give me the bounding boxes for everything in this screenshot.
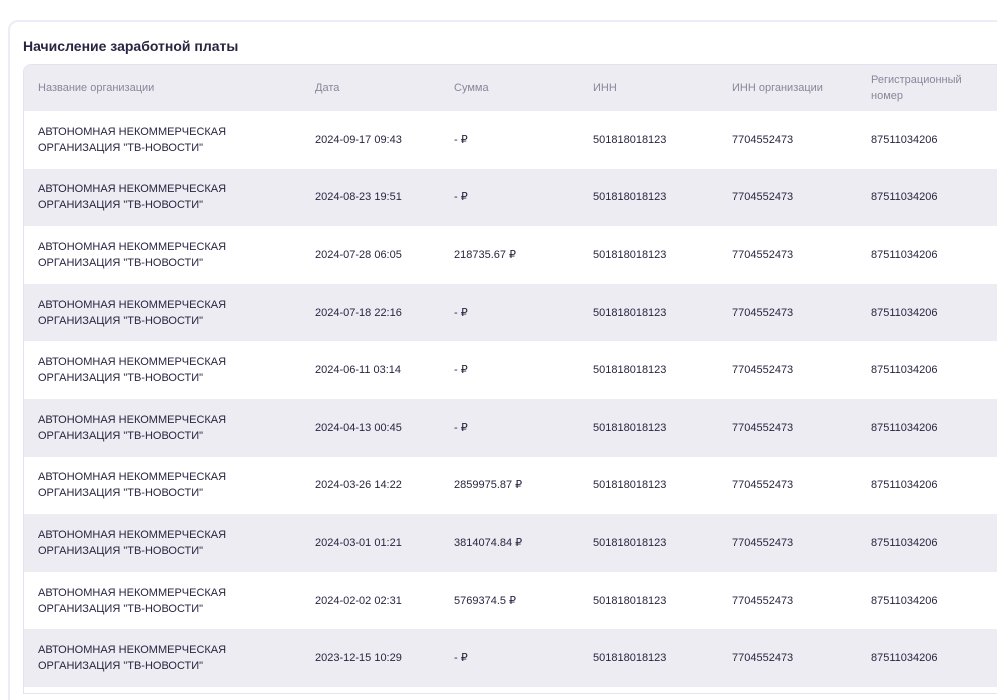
org-inn-cell: 7704552473 — [732, 133, 794, 146]
reg-number-cell: 87511034206 — [871, 652, 938, 665]
table-row[interactable]: АВТОНОМНАЯ НЕКОММЕРЧЕСКАЯ ОРГАНИЗАЦИЯ "Т… — [24, 341, 997, 399]
amount-cell: - ₽ — [454, 191, 468, 204]
inn-cell: 501818018123 — [593, 133, 667, 146]
org-inn-cell: 7704552473 — [732, 536, 794, 549]
column-header-reg-number[interactable]: Регистрационный номер — [857, 65, 997, 111]
reg-number-cell: 87511034206 — [871, 536, 938, 549]
org-inn-cell: 7704552473 — [732, 191, 794, 204]
table-row[interactable]: АВТОНОМНАЯ НЕКОММЕРЧЕСКАЯ ОРГАНИЗАЦИЯ "Т… — [24, 111, 997, 169]
date-cell: 2024-04-13 00:45 — [315, 421, 402, 434]
reg-number-cell: 87511034206 — [871, 594, 938, 607]
org-name-cell: АВТОНОМНАЯ НЕКОММЕРЧЕСКАЯ ОРГАНИЗАЦИЯ "Т… — [38, 356, 227, 385]
amount-cell: 218735.67 ₽ — [454, 248, 517, 261]
amount-cell: - ₽ — [454, 364, 468, 377]
reg-number-cell: 87511034206 — [871, 364, 938, 377]
table-row[interactable]: АВТОНОМНАЯ НЕКОММЕРЧЕСКАЯ ОРГАНИЗАЦИЯ "Т… — [24, 168, 997, 227]
amount-cell: 3814074.84 ₽ — [454, 536, 523, 549]
org-name-cell: АВТОНОМНАЯ НЕКОММЕРЧЕСКАЯ ОРГАНИЗАЦИЯ "Т… — [38, 125, 227, 154]
table-row[interactable]: АВТОНОМНАЯ НЕКОММЕРЧЕСКАЯ ОРГАНИЗАЦИЯ "Т… — [24, 283, 997, 342]
reg-number-cell: 87511034206 — [871, 479, 938, 492]
reg-number-cell: 87511034206 — [871, 306, 938, 319]
org-name-cell: АВТОНОМНАЯ НЕКОММЕРЧЕСКАЯ ОРГАНИЗАЦИЯ "Т… — [38, 528, 227, 557]
table-row[interactable]: АВТОНОМНАЯ НЕКОММЕРЧЕСКАЯ ОРГАНИЗАЦИЯ "Т… — [24, 226, 997, 284]
org-name-cell: АВТОНОМНАЯ НЕКОММЕРЧЕСКАЯ ОРГАНИЗАЦИЯ "Т… — [38, 471, 227, 500]
date-cell: 2024-07-18 22:16 — [315, 306, 402, 319]
date-cell: 2024-07-28 06:05 — [315, 248, 402, 261]
inn-cell: 501818018123 — [593, 364, 667, 377]
table-header-row: Название организации Дата Сумма ИНН ИНН … — [24, 65, 997, 111]
salary-table: Название организации Дата Сумма ИНН ИНН … — [24, 65, 997, 687]
amount-cell: 2859975.87 ₽ — [454, 479, 523, 492]
column-header-org-inn[interactable]: ИНН организации — [718, 65, 857, 111]
inn-cell: 501818018123 — [593, 652, 667, 665]
table-row[interactable]: АВТОНОМНАЯ НЕКОММЕРЧЕСКАЯ ОРГАНИЗАЦИЯ "Т… — [24, 398, 997, 457]
date-cell: 2024-08-23 19:51 — [315, 191, 402, 204]
inn-cell: 501818018123 — [593, 536, 667, 549]
amount-cell: - ₽ — [454, 421, 468, 434]
reg-number-cell: 87511034206 — [871, 248, 938, 261]
column-header-date[interactable]: Дата — [301, 65, 440, 111]
org-inn-cell: 7704552473 — [732, 248, 794, 261]
inn-cell: 501818018123 — [593, 479, 667, 492]
table-row[interactable]: АВТОНОМНАЯ НЕКОММЕРЧЕСКАЯ ОРГАНИЗАЦИЯ "Т… — [24, 514, 997, 572]
inn-cell: 501818018123 — [593, 306, 667, 319]
date-cell: 2024-09-17 09:43 — [315, 133, 402, 146]
date-cell: 2024-06-11 03:14 — [315, 364, 402, 377]
reg-number-cell: 87511034206 — [871, 133, 938, 146]
table-row[interactable]: АВТОНОМНАЯ НЕКОММЕРЧЕСКАЯ ОРГАНИЗАЦИЯ "Т… — [24, 456, 997, 515]
reg-number-cell: 87511034206 — [871, 191, 938, 204]
org-name-cell: АВТОНОМНАЯ НЕКОММЕРЧЕСКАЯ ОРГАНИЗАЦИЯ "Т… — [38, 413, 227, 442]
amount-cell: - ₽ — [454, 133, 468, 146]
salary-table-container: Название организации Дата Сумма ИНН ИНН … — [23, 64, 997, 694]
section-title: Начисление заработной платы — [23, 38, 239, 54]
table-body: АВТОНОМНАЯ НЕКОММЕРЧЕСКАЯ ОРГАНИЗАЦИЯ "Т… — [24, 111, 997, 687]
org-inn-cell: 7704552473 — [732, 594, 794, 607]
date-cell: 2024-03-26 14:22 — [315, 479, 402, 492]
inn-cell: 501818018123 — [593, 248, 667, 261]
date-cell: 2023-12-15 10:29 — [315, 652, 402, 665]
table-row[interactable]: АВТОНОМНАЯ НЕКОММЕРЧЕСКАЯ ОРГАНИЗАЦИЯ "Т… — [24, 629, 997, 687]
org-name-cell: АВТОНОМНАЯ НЕКОММЕРЧЕСКАЯ ОРГАНИЗАЦИЯ "Т… — [38, 586, 227, 615]
amount-cell: - ₽ — [454, 652, 468, 665]
table-row[interactable]: АВТОНОМНАЯ НЕКОММЕРЧЕСКАЯ ОРГАНИЗАЦИЯ "Т… — [24, 571, 997, 630]
org-inn-cell: 7704552473 — [732, 364, 794, 377]
org-name-cell: АВТОНОМНАЯ НЕКОММЕРЧЕСКАЯ ОРГАНИЗАЦИЯ "Т… — [38, 644, 227, 673]
org-name-cell: АВТОНОМНАЯ НЕКОММЕРЧЕСКАЯ ОРГАНИЗАЦИЯ "Т… — [38, 183, 227, 212]
column-header-org-name[interactable]: Название организации — [24, 65, 301, 111]
date-cell: 2024-03-01 01:21 — [315, 536, 402, 549]
org-inn-cell: 7704552473 — [732, 421, 794, 434]
org-name-cell: АВТОНОМНАЯ НЕКОММЕРЧЕСКАЯ ОРГАНИЗАЦИЯ "Т… — [38, 240, 227, 269]
reg-number-cell: 87511034206 — [871, 421, 938, 434]
org-inn-cell: 7704552473 — [732, 652, 794, 665]
date-cell: 2024-02-02 02:31 — [315, 594, 402, 607]
org-inn-cell: 7704552473 — [732, 306, 794, 319]
column-header-inn[interactable]: ИНН — [579, 65, 718, 111]
column-header-amount[interactable]: Сумма — [440, 65, 579, 111]
amount-cell: - ₽ — [454, 306, 468, 319]
inn-cell: 501818018123 — [593, 191, 667, 204]
org-inn-cell: 7704552473 — [732, 479, 794, 492]
inn-cell: 501818018123 — [593, 421, 667, 434]
amount-cell: 5769374.5 ₽ — [454, 594, 517, 607]
org-name-cell: АВТОНОМНАЯ НЕКОММЕРЧЕСКАЯ ОРГАНИЗАЦИЯ "Т… — [38, 298, 227, 327]
inn-cell: 501818018123 — [593, 594, 667, 607]
